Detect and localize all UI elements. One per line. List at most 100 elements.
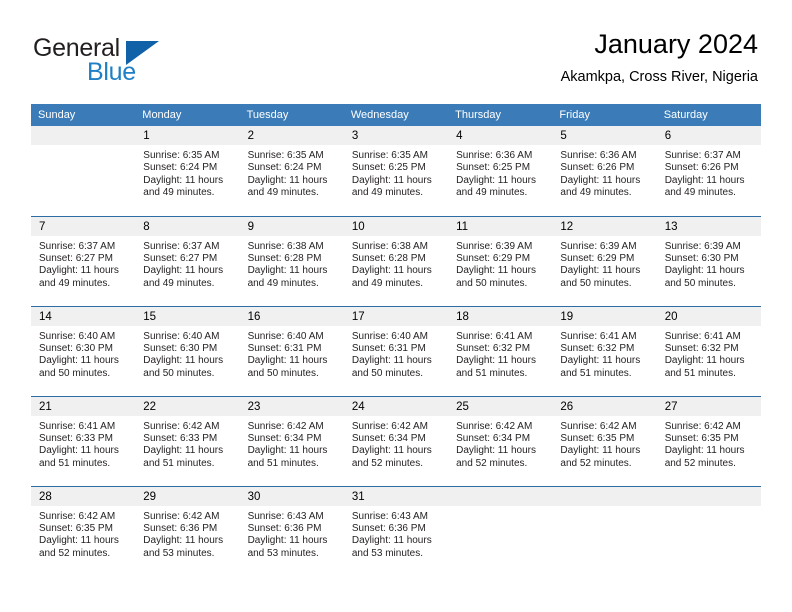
daylight-text-line1: Daylight: 11 hours xyxy=(664,174,745,186)
day-cell[interactable]: 14 Sunrise: 6:40 AM Sunset: 6:30 PM Dayl… xyxy=(31,305,136,396)
logo-text-blue: Blue xyxy=(87,58,136,86)
day-details: Sunrise: 6:39 AM Sunset: 6:29 PM Dayligh… xyxy=(552,236,656,291)
day-number xyxy=(552,486,657,506)
daylight-text-line2: and 51 minutes. xyxy=(560,367,632,379)
sunset-text: Sunset: 6:30 PM xyxy=(39,342,113,354)
sunset-text: Sunset: 6:31 PM xyxy=(247,342,322,354)
weekday-header-sunday: Sunday xyxy=(31,104,136,126)
day-cell[interactable]: 13 Sunrise: 6:39 AM Sunset: 6:30 PM Dayl… xyxy=(656,215,761,306)
sunset-text: Sunset: 6:35 PM xyxy=(664,432,739,444)
day-cell[interactable]: 20 Sunrise: 6:41 AM Sunset: 6:32 PM Dayl… xyxy=(656,305,761,396)
sunset-text: Sunset: 6:26 PM xyxy=(560,162,635,174)
daylight-text-line2: and 49 minutes. xyxy=(247,277,319,289)
day-cell[interactable]: 7 Sunrise: 6:37 AM Sunset: 6:27 PM Dayli… xyxy=(31,215,136,306)
day-details: Sunrise: 6:41 AM Sunset: 6:32 PM Dayligh… xyxy=(657,326,761,381)
day-cell[interactable]: 9 Sunrise: 6:38 AM Sunset: 6:28 PM Dayli… xyxy=(239,215,344,306)
day-cell[interactable] xyxy=(448,485,553,576)
day-cell[interactable]: 26 Sunrise: 6:42 AM Sunset: 6:35 PM Dayl… xyxy=(552,395,657,486)
page-header: General Blue January 2024 Akamkpa, Cross… xyxy=(0,0,792,100)
day-cell[interactable]: 24 Sunrise: 6:42 AM Sunset: 6:34 PM Dayl… xyxy=(343,395,449,486)
sunset-text: Sunset: 6:31 PM xyxy=(351,342,426,354)
day-cell[interactable]: 1 Sunrise: 6:35 AM Sunset: 6:24 PM Dayli… xyxy=(135,126,240,216)
day-number: 22 xyxy=(135,396,240,416)
day-details: Sunrise: 6:38 AM Sunset: 6:28 PM Dayligh… xyxy=(240,236,344,291)
day-cell[interactable]: 10 Sunrise: 6:38 AM Sunset: 6:28 PM Dayl… xyxy=(343,215,449,306)
daylight-text-line1: Daylight: 11 hours xyxy=(560,355,641,367)
day-cell[interactable]: 2 Sunrise: 6:35 AM Sunset: 6:24 PM Dayli… xyxy=(239,126,344,216)
sunrise-text: Sunrise: 6:37 AM xyxy=(664,150,741,161)
day-cell[interactable]: 4 Sunrise: 6:36 AM Sunset: 6:25 PM Dayli… xyxy=(448,126,553,216)
sunrise-text: Sunrise: 6:39 AM xyxy=(664,240,741,252)
week-row: 1 Sunrise: 6:35 AM Sunset: 6:24 PM Dayli… xyxy=(31,126,761,216)
general-blue-logo[interactable]: General Blue xyxy=(33,33,233,88)
day-details: Sunrise: 6:41 AM Sunset: 6:33 PM Dayligh… xyxy=(31,416,135,471)
sunset-text: Sunset: 6:24 PM xyxy=(247,162,322,174)
daylight-text-line1: Daylight: 11 hours xyxy=(39,265,119,277)
week-row: 28 Sunrise: 6:42 AM Sunset: 6:35 PM Dayl… xyxy=(31,485,761,576)
day-cell[interactable] xyxy=(552,485,657,576)
daylight-text-line2: and 52 minutes. xyxy=(664,457,736,469)
day-cell[interactable]: 11 Sunrise: 6:39 AM Sunset: 6:29 PM Dayl… xyxy=(448,215,553,306)
sunrise-text: Sunrise: 6:42 AM xyxy=(351,420,428,432)
sunrise-text: Sunrise: 6:39 AM xyxy=(560,240,637,252)
day-number: 21 xyxy=(31,396,136,416)
sunset-text: Sunset: 6:29 PM xyxy=(560,252,635,264)
sunrise-text: Sunrise: 6:41 AM xyxy=(664,330,741,342)
day-cell[interactable]: 18 Sunrise: 6:41 AM Sunset: 6:32 PM Dayl… xyxy=(448,305,553,396)
day-details: Sunrise: 6:42 AM Sunset: 6:33 PM Dayligh… xyxy=(135,416,239,471)
day-cell[interactable]: 8 Sunrise: 6:37 AM Sunset: 6:27 PM Dayli… xyxy=(135,215,240,306)
day-cell[interactable]: 16 Sunrise: 6:40 AM Sunset: 6:31 PM Dayl… xyxy=(239,305,344,396)
day-cell[interactable] xyxy=(31,126,136,216)
daylight-text-line2: and 49 minutes. xyxy=(143,277,215,289)
daylight-text-line1: Daylight: 11 hours xyxy=(456,355,536,367)
daylight-text-line1: Daylight: 11 hours xyxy=(560,265,641,277)
daylight-text-line1: Daylight: 11 hours xyxy=(351,174,432,186)
daylight-text-line2: and 53 minutes. xyxy=(351,547,424,559)
daylight-text-line1: Daylight: 11 hours xyxy=(143,174,224,186)
sunrise-text: Sunrise: 6:36 AM xyxy=(560,150,637,161)
day-number: 3 xyxy=(343,126,449,145)
sunset-text: Sunset: 6:29 PM xyxy=(456,252,531,264)
week-row: 14 Sunrise: 6:40 AM Sunset: 6:30 PM Dayl… xyxy=(31,305,761,396)
calendar-grid: Sunday Monday Tuesday Wednesday Thursday… xyxy=(31,104,761,576)
sunrise-text: Sunrise: 6:42 AM xyxy=(247,420,324,432)
day-number: 9 xyxy=(239,216,344,236)
day-details: Sunrise: 6:40 AM Sunset: 6:30 PM Dayligh… xyxy=(135,326,239,381)
day-cell[interactable]: 19 Sunrise: 6:41 AM Sunset: 6:32 PM Dayl… xyxy=(552,305,657,396)
day-cell[interactable] xyxy=(656,485,761,576)
day-cell[interactable]: 17 Sunrise: 6:40 AM Sunset: 6:31 PM Dayl… xyxy=(343,305,449,396)
daylight-text-line2: and 53 minutes. xyxy=(143,547,215,559)
day-cell[interactable]: 6 Sunrise: 6:37 AM Sunset: 6:26 PM Dayli… xyxy=(656,126,761,216)
daylight-text-line2: and 53 minutes. xyxy=(247,547,319,559)
day-cell[interactable]: 21 Sunrise: 6:41 AM Sunset: 6:33 PM Dayl… xyxy=(31,395,136,486)
day-cell[interactable]: 15 Sunrise: 6:40 AM Sunset: 6:30 PM Dayl… xyxy=(135,305,240,396)
sunrise-text: Sunrise: 6:41 AM xyxy=(39,420,116,432)
sunrise-text: Sunrise: 6:42 AM xyxy=(39,510,116,522)
page-subtitle: Akamkpa, Cross River, Nigeria xyxy=(560,69,758,85)
day-cell[interactable]: 28 Sunrise: 6:42 AM Sunset: 6:35 PM Dayl… xyxy=(31,485,136,576)
day-cell[interactable]: 23 Sunrise: 6:42 AM Sunset: 6:34 PM Dayl… xyxy=(239,395,344,486)
day-number: 24 xyxy=(343,396,449,416)
day-cell[interactable]: 12 Sunrise: 6:39 AM Sunset: 6:29 PM Dayl… xyxy=(552,215,657,306)
day-number: 15 xyxy=(135,306,240,326)
daylight-text-line2: and 52 minutes. xyxy=(560,457,632,469)
day-cell[interactable]: 31 Sunrise: 6:43 AM Sunset: 6:36 PM Dayl… xyxy=(343,485,449,576)
day-number: 31 xyxy=(343,486,449,506)
daylight-text-line1: Daylight: 11 hours xyxy=(351,355,432,367)
day-cell[interactable]: 29 Sunrise: 6:42 AM Sunset: 6:36 PM Dayl… xyxy=(135,485,240,576)
sunset-text: Sunset: 6:36 PM xyxy=(247,522,322,534)
sunrise-text: Sunrise: 6:42 AM xyxy=(143,420,220,432)
sunrise-text: Sunrise: 6:38 AM xyxy=(247,240,324,252)
day-cell[interactable]: 5 Sunrise: 6:36 AM Sunset: 6:26 PM Dayli… xyxy=(552,126,657,216)
day-number: 4 xyxy=(448,126,553,145)
daylight-text-line1: Daylight: 11 hours xyxy=(351,535,432,547)
day-cell[interactable]: 3 Sunrise: 6:35 AM Sunset: 6:25 PM Dayli… xyxy=(343,126,449,216)
sunrise-text: Sunrise: 6:41 AM xyxy=(560,330,637,342)
daylight-text-line2: and 49 minutes. xyxy=(664,187,736,199)
day-cell[interactable]: 27 Sunrise: 6:42 AM Sunset: 6:35 PM Dayl… xyxy=(656,395,761,486)
day-cell[interactable]: 30 Sunrise: 6:43 AM Sunset: 6:36 PM Dayl… xyxy=(239,485,344,576)
calendar-body: 1 Sunrise: 6:35 AM Sunset: 6:24 PM Dayli… xyxy=(31,126,761,576)
day-cell[interactable]: 22 Sunrise: 6:42 AM Sunset: 6:33 PM Dayl… xyxy=(135,395,240,486)
day-cell[interactable]: 25 Sunrise: 6:42 AM Sunset: 6:34 PM Dayl… xyxy=(448,395,553,486)
sunset-text: Sunset: 6:35 PM xyxy=(39,522,113,534)
